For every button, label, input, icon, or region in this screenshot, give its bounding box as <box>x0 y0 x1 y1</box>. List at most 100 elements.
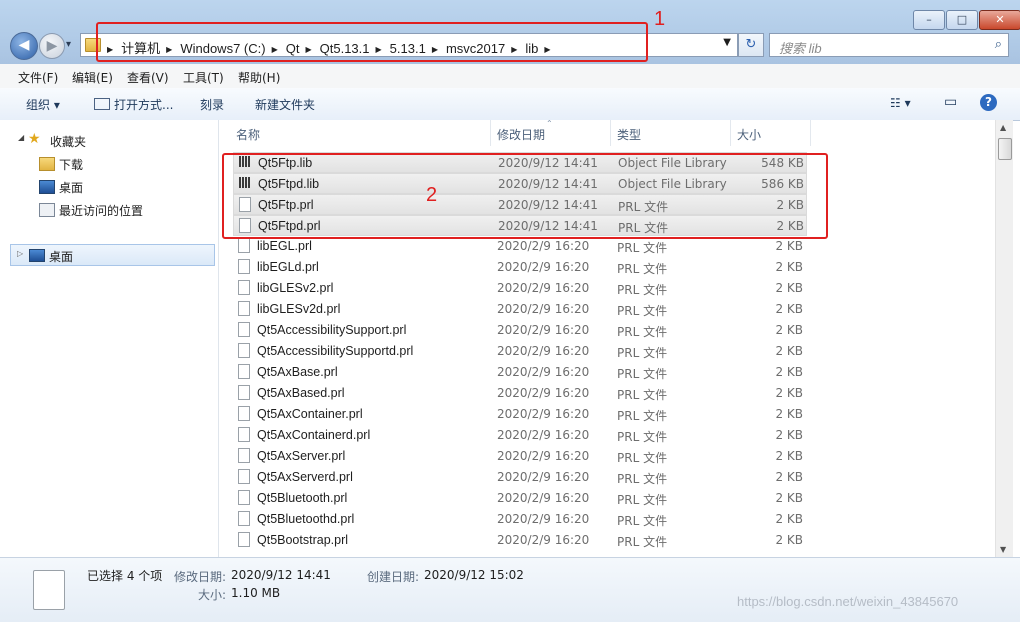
file-size: 2 KB <box>775 491 803 505</box>
search-icon[interactable]: ⌕ <box>995 37 1002 52</box>
nav-desktop[interactable]: 桌面 <box>59 179 83 196</box>
file-icon <box>33 570 65 610</box>
menu-edit[interactable]: 编辑(E) <box>72 69 113 86</box>
file-size: 2 KB <box>775 323 803 337</box>
nav-downloads[interactable]: 下载 <box>59 156 83 173</box>
navigation-pane: ◢ ★ 收藏夹 下载 桌面 最近访问的位置 ▷ 桌面 <box>0 120 219 557</box>
file-size: 2 KB <box>775 470 803 484</box>
file-row[interactable]: Qt5AxBase.prl 2020/2/9 16:20 PRL 文件 2 KB <box>233 362 807 383</box>
command-bar: 组织 ▾ 打开方式... 刻录 新建文件夹 ☷ ▾ ▭ ? <box>0 88 1020 121</box>
file-name: Qt5AxServerd.prl <box>257 470 353 484</box>
file-row[interactable]: Qt5AxContainerd.prl 2020/2/9 16:20 PRL 文件 2… <box>233 425 807 446</box>
file-date: 2020/2/9 16:20 <box>497 533 590 547</box>
file-row[interactable]: Qt5AxBased.prl 2020/2/9 16:20 PRL 文件 2 KB <box>233 383 807 404</box>
file-row[interactable]: Qt5AxContainer.prl 2020/2/9 16:20 PRL 文件 2 … <box>233 404 807 425</box>
file-icon <box>238 427 250 442</box>
close-button[interactable]: ✕ <box>979 10 1020 30</box>
menu-tools[interactable]: 工具(T) <box>183 69 224 86</box>
organize-button[interactable]: 组织 ▾ <box>26 96 60 113</box>
file-row[interactable]: Qt5AccessibilitySupportd.prl 2020/2/9 16:… <box>233 341 807 362</box>
sort-arrow-icon: ⌃ <box>546 119 553 128</box>
file-icon <box>238 343 250 358</box>
column-name[interactable]: 名称 <box>236 126 260 143</box>
column-size[interactable]: 大小 <box>737 126 761 143</box>
file-date: 2020/2/9 16:20 <box>497 344 590 358</box>
new-folder-button[interactable]: 新建文件夹 <box>255 96 315 113</box>
file-row[interactable]: Qt5Bluetooth.prl 2020/2/9 16:20 PRL 文件 2 KB <box>233 488 807 509</box>
file-name: Qt5AxBased.prl <box>257 386 345 400</box>
file-row[interactable]: Qt5Bluetoothd.prl 2020/2/9 16:20 PRL 文件 2 K… <box>233 509 807 530</box>
menu-bar: 文件(F) 编辑(E) 查看(V) 工具(T) 帮助(H) <box>0 64 1020 89</box>
watermark: https://blog.csdn.net/weixin_43845670 <box>737 594 959 609</box>
file-name: Qt5AxContainer.prl <box>257 407 363 421</box>
file-type: PRL 文件 <box>617 241 668 255</box>
file-icon <box>238 469 250 484</box>
menu-view[interactable]: 查看(V) <box>127 69 169 86</box>
expand-arrow-icon[interactable]: ◢ <box>18 133 24 142</box>
file-type: PRL 文件 <box>617 451 668 465</box>
modified-value: 2020/9/12 14:41 <box>231 568 331 582</box>
desktop-icon <box>29 249 45 262</box>
column-date[interactable]: 修改日期 <box>497 126 545 143</box>
file-size: 2 KB <box>775 386 803 400</box>
recent-pages-dropdown[interactable]: ▾ <box>66 39 71 50</box>
preview-pane-button[interactable]: ▭ <box>944 94 957 110</box>
column-type[interactable]: 类型 <box>617 126 641 143</box>
file-date: 2020/2/9 16:20 <box>497 491 590 505</box>
back-button[interactable]: ◀ <box>10 32 38 60</box>
downloads-folder-icon <box>39 157 55 171</box>
file-row[interactable]: libGLESv2d.prl 2020/2/9 16:20 PRL 文件 2 KB <box>233 299 807 320</box>
menu-file[interactable]: 文件(F) <box>18 69 58 86</box>
size-value: 1.10 MB <box>231 586 281 600</box>
nav-favorites[interactable]: 收藏夹 <box>50 133 86 150</box>
scroll-up-arrow[interactable]: ▲ <box>1000 123 1006 132</box>
file-row[interactable]: Qt5Bootstrap.prl 2020/2/9 16:20 PRL 文件 2 KB <box>233 530 807 551</box>
file-name: libGLESv2.prl <box>257 281 334 295</box>
open-with-label: 打开方式... <box>114 98 174 112</box>
search-input[interactable]: 搜索 lib ⌕ <box>769 33 1009 57</box>
menu-help[interactable]: 帮助(H) <box>238 69 280 86</box>
file-date: 2020/2/9 16:20 <box>497 428 590 442</box>
file-date: 2020/2/9 16:20 <box>497 239 590 253</box>
minimize-button[interactable]: – <box>913 10 945 30</box>
burn-button[interactable]: 刻录 <box>200 96 224 113</box>
forward-button[interactable]: ▶ <box>39 33 65 59</box>
file-row[interactable]: Qt5AccessibilitySupport.prl 2020/2/9 16:2… <box>233 320 807 341</box>
file-type: PRL 文件 <box>617 304 668 318</box>
file-date: 2020/2/9 16:20 <box>497 365 590 379</box>
nav-recent[interactable]: 最近访问的位置 <box>59 202 143 219</box>
file-row[interactable]: libEGLd.prl 2020/2/9 16:20 PRL 文件 2 KB <box>233 257 807 278</box>
file-row[interactable]: Qt5AxServer.prl 2020/2/9 16:20 PRL 文件 2 KB <box>233 446 807 467</box>
annotation-box-2 <box>222 153 828 239</box>
file-date: 2020/2/9 16:20 <box>497 323 590 337</box>
change-view-button[interactable]: ☷ ▾ <box>890 96 911 110</box>
recent-places-icon <box>39 203 55 217</box>
nav-desktop-root[interactable]: ▷ 桌面 <box>10 244 215 266</box>
file-type: PRL 文件 <box>617 283 668 297</box>
file-date: 2020/2/9 16:20 <box>497 470 590 484</box>
file-date: 2020/2/9 16:20 <box>497 386 590 400</box>
file-name: Qt5AxServer.prl <box>257 449 346 463</box>
file-icon <box>238 280 250 295</box>
refresh-button[interactable]: ↻ <box>738 33 764 57</box>
maximize-button[interactable]: □ <box>946 10 978 30</box>
file-row[interactable]: libGLESv2.prl 2020/2/9 16:20 PRL 文件 2 KB <box>233 278 807 299</box>
created-label: 创建日期: <box>367 570 420 584</box>
file-icon <box>238 322 250 337</box>
file-size: 2 KB <box>775 239 803 253</box>
file-icon <box>238 448 250 463</box>
address-dropdown[interactable]: ▼ <box>723 37 731 48</box>
file-date: 2020/2/9 16:20 <box>497 302 590 316</box>
help-button[interactable]: ? <box>980 94 997 111</box>
details-pane: 已选择 4 个项 修改日期: 2020/9/12 14:41 创建日期: 202… <box>0 557 1020 622</box>
scroll-thumb[interactable] <box>998 138 1012 160</box>
collapse-arrow-icon[interactable]: ▷ <box>17 249 23 258</box>
file-type: PRL 文件 <box>617 367 668 381</box>
open-with-button[interactable]: 打开方式... <box>94 96 173 113</box>
file-size: 2 KB <box>775 344 803 358</box>
annotation-box-1 <box>96 22 648 62</box>
vertical-scrollbar[interactable]: ▲ ▼ <box>995 120 1013 557</box>
file-row[interactable]: libEGL.prl 2020/2/9 16:20 PRL 文件 2 KB <box>233 236 807 257</box>
file-row[interactable]: Qt5AxServerd.prl 2020/2/9 16:20 PRL 文件 2 KB <box>233 467 807 488</box>
scroll-down-arrow[interactable]: ▼ <box>1000 545 1006 554</box>
